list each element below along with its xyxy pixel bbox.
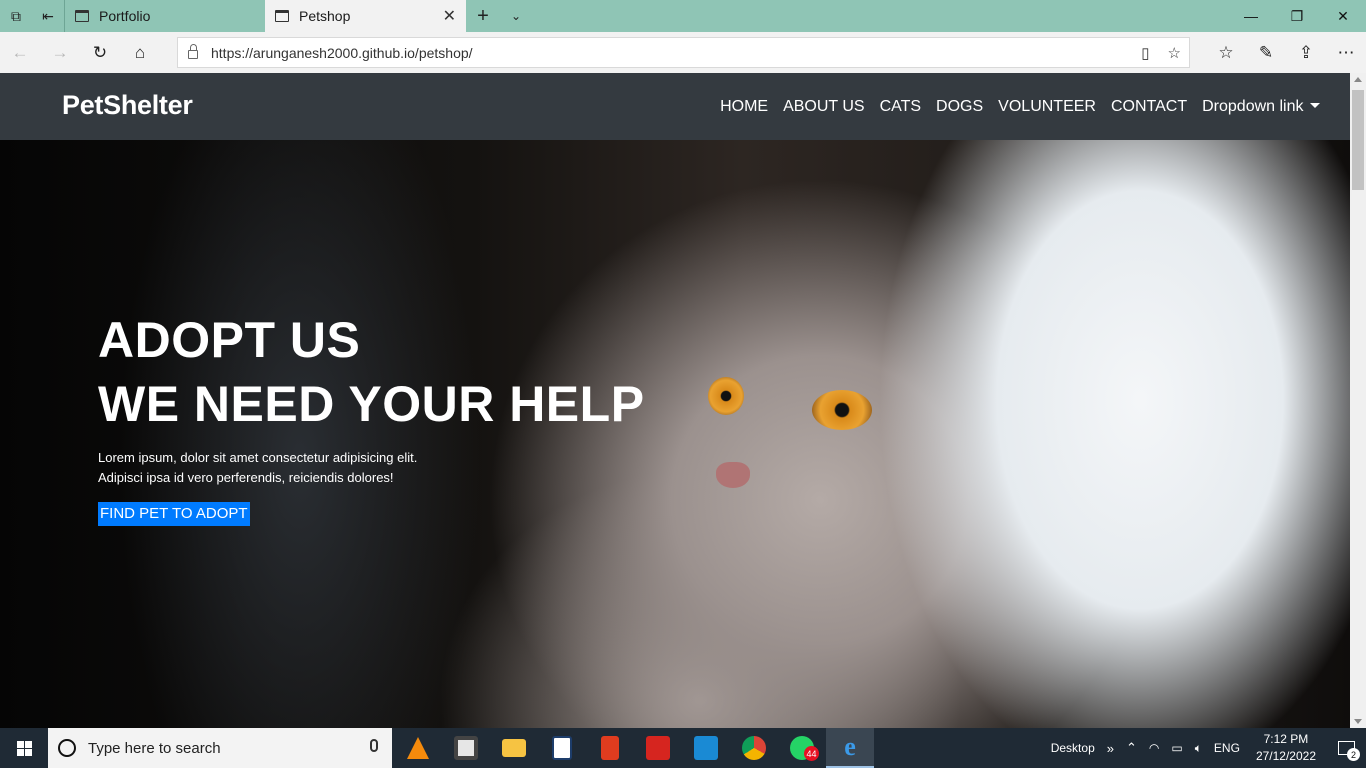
- hero-banner: ADOPT US WE NEED YOUR HELP Lorem ipsum, …: [0, 140, 1350, 728]
- tab-petshop[interactable]: Petshop ✕: [265, 0, 466, 32]
- reading-view-icon[interactable]: ▯: [1141, 44, 1149, 62]
- microphone-icon[interactable]: [370, 739, 378, 752]
- file-explorer-app[interactable]: [490, 728, 538, 768]
- hero-description: Lorem ipsum, dolor sit amet consectetur …: [98, 448, 645, 488]
- cat-eye-left: [708, 377, 744, 415]
- url-input[interactable]: https://arunganesh2000.github.io/petshop…: [177, 37, 1190, 68]
- volume-icon[interactable]: 🔈︎: [1189, 741, 1208, 756]
- hero-text-line1: Lorem ipsum, dolor sit amet consectetur …: [98, 450, 418, 465]
- share-icon[interactable]: ⇪: [1286, 32, 1326, 73]
- browser-tab-bar: ⧉ ⇤ Portfolio Petshop ✕ + ⌄ — ❐ ✕: [0, 0, 1366, 32]
- nav-cats[interactable]: CATS: [872, 97, 928, 117]
- tab-title: Petshop: [299, 8, 351, 24]
- new-tab-button[interactable]: +: [466, 0, 500, 32]
- windows-logo-icon: [16, 740, 32, 756]
- chrome-app[interactable]: [730, 728, 778, 768]
- wps-icon: [646, 736, 670, 760]
- pinned-apps: 44 e: [394, 728, 874, 768]
- address-bar: ← → ↻ ⌂ https://arunganesh2000.github.io…: [0, 32, 1366, 73]
- hero-title: ADOPT US WE NEED YOUR HELP: [98, 308, 645, 436]
- clock[interactable]: 7:12 PM 27/12/2022: [1246, 731, 1326, 765]
- hero-content: ADOPT US WE NEED YOUR HELP Lorem ipsum, …: [98, 308, 645, 526]
- site-navbar: PetShelter HOME ABOUT US CATS DOGS VOLUN…: [0, 73, 1350, 140]
- vscode-app[interactable]: [682, 728, 730, 768]
- pen-notes-icon[interactable]: ✎: [1246, 32, 1286, 73]
- hero-title-line1: ADOPT US: [98, 312, 361, 368]
- back-button[interactable]: ←: [0, 32, 40, 73]
- clock-date: 27/12/2022: [1255, 749, 1316, 763]
- windows-taskbar: Type here to search 44 e Desktop » ⌃ ◠ ▭…: [0, 728, 1366, 768]
- favorite-star-icon[interactable]: ☆: [1168, 44, 1181, 62]
- action-center-button[interactable]: 2: [1326, 728, 1366, 768]
- nav-home[interactable]: HOME: [713, 97, 776, 117]
- taskbar-search[interactable]: Type here to search: [48, 728, 392, 768]
- restore-button[interactable]: ❐: [1274, 0, 1320, 32]
- nav-dogs[interactable]: DOGS: [929, 97, 991, 117]
- notification-count: 2: [1347, 748, 1360, 761]
- clock-time: 7:12 PM: [1263, 732, 1309, 746]
- main-menu: HOME ABOUT US CATS DOGS VOLUNTEER CONTAC…: [713, 97, 1327, 117]
- store-icon: [454, 736, 478, 760]
- close-tab-icon[interactable]: ✕: [443, 6, 456, 26]
- wps-app[interactable]: [634, 728, 682, 768]
- whatsapp-badge: 44: [804, 746, 819, 761]
- language-indicator[interactable]: ENG: [1208, 741, 1246, 755]
- favorites-hub-icon[interactable]: ☆: [1206, 32, 1246, 73]
- store-app[interactable]: [442, 728, 490, 768]
- vlc-icon: [407, 737, 429, 759]
- lock-icon: [188, 44, 198, 59]
- tab-title: Portfolio: [99, 8, 151, 24]
- vlc-app[interactable]: [394, 728, 442, 768]
- cat-eye-right: [812, 390, 872, 430]
- site-brand[interactable]: PetShelter: [62, 90, 193, 121]
- battery-icon[interactable]: ▭: [1165, 741, 1188, 755]
- set-tabs-aside-icon[interactable]: ⇤: [32, 0, 64, 32]
- nav-dropdown-label: Dropdown link: [1202, 98, 1304, 115]
- nav-dropdown[interactable]: Dropdown link: [1195, 97, 1327, 117]
- minimize-button[interactable]: —: [1228, 0, 1274, 32]
- page-scrollbar[interactable]: [1350, 73, 1366, 728]
- tab-portfolio[interactable]: Portfolio: [64, 0, 265, 32]
- tab-list-chevron-icon[interactable]: ⌄: [500, 0, 532, 32]
- wifi-icon[interactable]: ◠: [1143, 741, 1165, 755]
- forward-button[interactable]: →: [40, 32, 80, 73]
- close-window-button[interactable]: ✕: [1320, 0, 1366, 32]
- office-app[interactable]: [586, 728, 634, 768]
- start-button[interactable]: [0, 728, 48, 768]
- show-hidden-icons-icon[interactable]: ⌃: [1120, 740, 1143, 756]
- more-menu-icon[interactable]: ⋯: [1326, 32, 1366, 73]
- cat-nose: [716, 462, 750, 488]
- hero-title-line2: WE NEED YOUR HELP: [98, 376, 645, 432]
- find-pet-button[interactable]: FIND PET TO ADOPT: [98, 502, 250, 526]
- scroll-down-icon[interactable]: [1354, 719, 1362, 724]
- edge-icon: e: [844, 732, 856, 761]
- refresh-button[interactable]: ↻: [80, 32, 120, 73]
- home-button[interactable]: ⌂: [120, 32, 160, 73]
- nav-about-us[interactable]: ABOUT US: [776, 97, 873, 117]
- search-placeholder: Type here to search: [88, 739, 221, 757]
- scroll-thumb[interactable]: [1352, 90, 1364, 190]
- page-icon: [75, 10, 89, 22]
- solitaire-app[interactable]: [538, 728, 586, 768]
- vscode-icon: [694, 736, 718, 760]
- nav-volunteer[interactable]: VOLUNTEER: [991, 97, 1104, 117]
- hero-text-line2: Adipisci ipsa id vero perferendis, reici…: [98, 470, 394, 485]
- chrome-icon: [742, 736, 766, 760]
- tab-manager-icon[interactable]: ⧉: [0, 0, 32, 32]
- url-text: https://arunganesh2000.github.io/petshop…: [211, 44, 473, 61]
- cards-icon: [552, 736, 572, 760]
- scroll-up-icon[interactable]: [1354, 77, 1362, 82]
- edge-app[interactable]: e: [826, 728, 874, 768]
- nav-contact[interactable]: CONTACT: [1103, 97, 1194, 117]
- folder-icon: [502, 739, 526, 757]
- page-icon: [275, 10, 289, 22]
- office-icon: [601, 736, 619, 760]
- caret-down-icon: [1309, 103, 1320, 108]
- system-tray: Desktop » ⌃ ◠ ▭ 🔈︎ ENG 7:12 PM 27/12/202…: [1045, 728, 1366, 768]
- desktop-toolbar[interactable]: Desktop: [1045, 741, 1101, 755]
- toolbar-expand-icon[interactable]: »: [1101, 741, 1120, 756]
- whatsapp-app[interactable]: 44: [778, 728, 826, 768]
- cortana-icon: [58, 739, 76, 757]
